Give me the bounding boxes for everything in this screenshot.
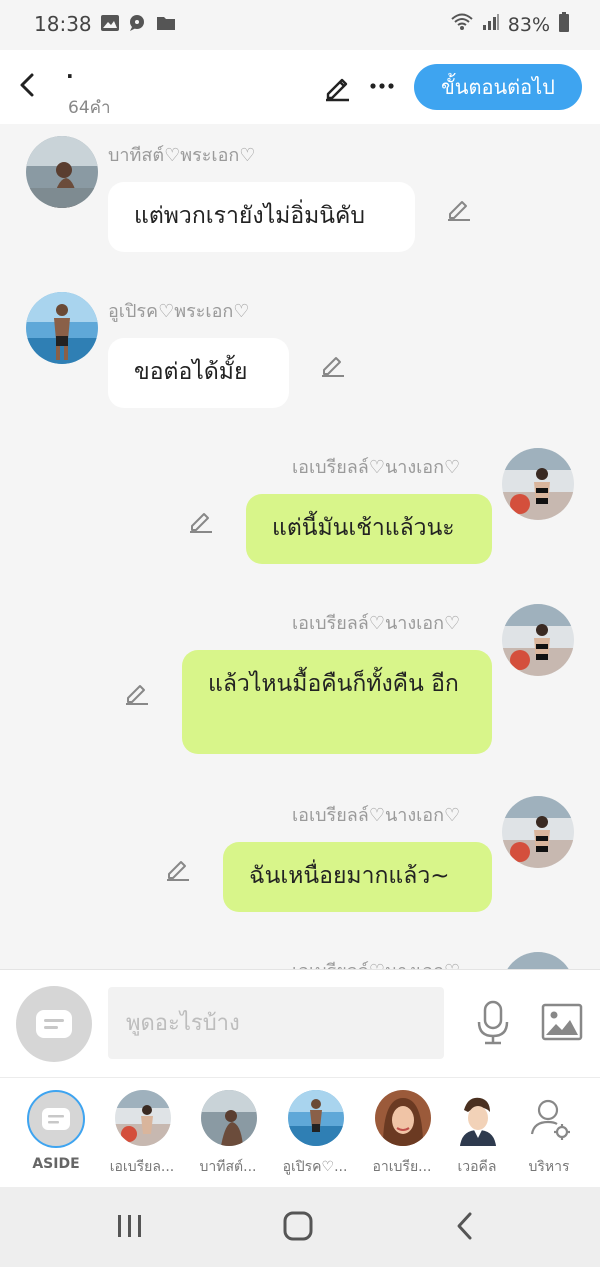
- message-composer: [0, 969, 600, 1077]
- character-item[interactable]: บาทีสต์...: [183, 1090, 273, 1180]
- sender-name: อูเปิรค♡พระเอก♡: [108, 301, 250, 322]
- sender-name: เอเบรียลล์♡นางเอก♡: [292, 457, 461, 478]
- avatar[interactable]: [502, 796, 574, 868]
- character-label: ASIDE: [32, 1156, 80, 1172]
- edit-pencil-icon[interactable]: [322, 72, 352, 102]
- back-arrow-icon[interactable]: [14, 70, 42, 100]
- folder-icon: [156, 14, 176, 36]
- gallery-icon: [100, 14, 120, 36]
- avatar: [115, 1090, 171, 1146]
- avatar[interactable]: [502, 952, 574, 969]
- image-icon[interactable]: [540, 1002, 584, 1042]
- character-label: เอเบรียล...: [109, 1159, 175, 1175]
- message-bubble[interactable]: แต่พวกเรายังไม่อิ่มนิคับ: [108, 182, 415, 252]
- edit-message-icon[interactable]: [320, 352, 346, 378]
- message-bubble[interactable]: ฉันเหนื่อยมากแล้ว~: [223, 842, 492, 912]
- avatar: [288, 1090, 344, 1146]
- edit-message-icon[interactable]: [124, 680, 150, 706]
- battery-percent: 83%: [507, 13, 550, 36]
- wifi-icon: [450, 12, 474, 37]
- message-bubble[interactable]: แล้วไหนมื้อคืนก็ทั้งคืน อีก: [182, 650, 492, 754]
- edit-message-icon[interactable]: [446, 196, 472, 222]
- character-aside[interactable]: ASIDE: [11, 1090, 101, 1180]
- character-item[interactable]: เอเบรียล...: [97, 1090, 187, 1180]
- chat-message: บาทีสต์♡พระเอก♡ แต่พวกเรายังไม่อิ่มนิคับ: [0, 124, 600, 264]
- chat-message: เอเบรียลล์♡นางเอก♡ ฉันเหนื่อยมากแล้ว~: [0, 784, 600, 924]
- edit-message-icon[interactable]: [165, 856, 191, 882]
- home-icon[interactable]: [280, 1211, 316, 1243]
- avatar[interactable]: [502, 604, 574, 676]
- manage-characters-button[interactable]: บริหาร: [504, 1090, 594, 1180]
- avatar: [450, 1090, 506, 1146]
- more-options-icon[interactable]: [368, 72, 396, 100]
- chat-message: อูเปิรค♡พระเอก♡ ขอต่อได้มั้ย: [0, 280, 600, 420]
- sender-name: บาทีสต์♡พระเอก♡: [108, 145, 256, 166]
- user-settings-icon: [522, 1090, 578, 1146]
- chat-area[interactable]: บาทีสต์♡พระเอก♡ แต่พวกเรายังไม่อิ่มนิคับ…: [0, 124, 600, 969]
- recent-apps-icon[interactable]: [112, 1211, 148, 1243]
- character-label: อูเปิรค♡...: [282, 1159, 348, 1175]
- avatar: [201, 1090, 257, 1146]
- top-app-bar: · 64คำ ขั้นตอนต่อไป: [0, 50, 600, 124]
- message-bubble[interactable]: แต่นี้มันเช้าแล้วนะ: [246, 494, 492, 564]
- character-bar: ASIDE เอเบรียล... บาทีสต์... อูเปิรค♡...…: [0, 1077, 600, 1187]
- message-input[interactable]: [108, 987, 444, 1059]
- chat-bubble-icon: [128, 14, 148, 36]
- chat-message: เอเบรียลล์♡นางเอก♡ แล้วไหนมื้อคืนก็ทั้งค…: [0, 592, 600, 772]
- system-nav-bar: [0, 1187, 600, 1267]
- sender-name: เอเบรียลล์♡นางเอก♡: [292, 613, 461, 634]
- avatar[interactable]: [26, 136, 98, 208]
- status-bar: 18:38 83%: [0, 0, 600, 50]
- sender-name: เอเบรียลล์♡นางเอก♡: [292, 805, 461, 826]
- avatar[interactable]: [502, 448, 574, 520]
- signal-icon: [482, 13, 500, 36]
- status-right-group: 83%: [450, 12, 570, 37]
- word-count: 64คำ: [68, 98, 111, 118]
- next-step-button[interactable]: ขั้นตอนต่อไป: [414, 64, 582, 110]
- avatar[interactable]: [26, 292, 98, 364]
- aside-toggle-button[interactable]: [16, 986, 92, 1062]
- avatar: [27, 1090, 85, 1148]
- avatar: [375, 1090, 431, 1146]
- edit-message-icon[interactable]: [188, 508, 214, 534]
- microphone-icon[interactable]: [474, 1000, 512, 1046]
- character-label: บาทีสต์...: [199, 1159, 257, 1175]
- sender-name: เอเบรียลล์♡นางเอก♡: [292, 956, 460, 969]
- character-item[interactable]: อูเปิรค♡...: [270, 1090, 360, 1180]
- character-label: บริหาร: [528, 1159, 570, 1175]
- chat-message: เอเบรียลล์♡นางเอก♡: [0, 940, 600, 969]
- story-title: ·: [66, 64, 74, 88]
- nav-back-icon[interactable]: [448, 1211, 484, 1243]
- status-time: 18:38: [34, 12, 92, 36]
- chat-message: เอเบรียลล์♡นางเอก♡ แต่นี้มันเช้าแล้วนะ: [0, 436, 600, 576]
- battery-icon: [558, 12, 570, 37]
- message-bubble[interactable]: ขอต่อได้มั้ย: [108, 338, 289, 408]
- status-notification-icons: [100, 14, 176, 36]
